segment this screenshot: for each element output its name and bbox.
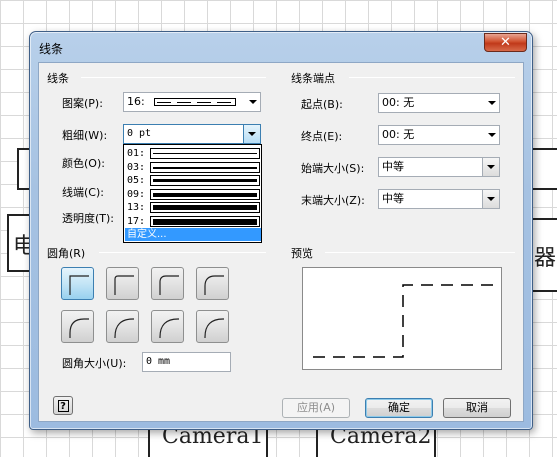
- weight-option[interactable]: 05:: [125, 174, 261, 187]
- weight-option[interactable]: 03:: [125, 161, 261, 174]
- pattern-select[interactable]: 16:: [123, 92, 261, 112]
- pattern-label: 图案(P):: [62, 97, 103, 110]
- corner-style-button[interactable]: [61, 267, 94, 300]
- chevron-down-icon: [249, 100, 257, 104]
- cancel-button-label: 取消: [466, 401, 488, 414]
- line-group-divider: [81, 77, 266, 78]
- color-label: 颜色(O):: [62, 157, 105, 170]
- end-size-dropdown-button[interactable]: [482, 190, 499, 208]
- weight-select[interactable]: 0 pt: [123, 124, 261, 144]
- rounding-group-title: 圆角(R): [47, 247, 86, 260]
- dialog-title: 线条: [39, 42, 64, 56]
- begin-size-dropdown-button[interactable]: [482, 158, 499, 176]
- line-preview-graphic: [313, 284, 495, 358]
- weight-option-label: 13:: [127, 202, 146, 213]
- chevron-down-icon: [487, 197, 495, 201]
- corner-style-button[interactable]: [196, 310, 229, 343]
- help-icon: ?: [57, 400, 69, 412]
- corner-shape-icon: [69, 275, 89, 295]
- help-button[interactable]: ?: [53, 396, 73, 415]
- rounding-size-label: 圆角大小(U):: [62, 357, 127, 370]
- corner-shape-icon: [114, 318, 134, 338]
- weight-option-label: 01:: [127, 148, 146, 159]
- begin-size-select-value: 中等: [382, 160, 404, 173]
- weight-option-label: 09:: [127, 188, 146, 200]
- preview-group-title: 预览: [291, 247, 313, 260]
- cancel-button[interactable]: 取消: [443, 398, 511, 418]
- endpoints-group-divider: [349, 77, 515, 78]
- diagram-shape-left-large: 电: [7, 214, 31, 272]
- weight-option-label: 17:: [127, 215, 146, 227]
- corner-style-button[interactable]: [151, 310, 184, 343]
- rounding-size-input[interactable]: 0 mm: [142, 352, 231, 372]
- begin-size-label: 始端大小(S):: [301, 162, 365, 175]
- end-select[interactable]: 00: 无: [378, 125, 500, 145]
- corner-style-button[interactable]: [61, 310, 94, 343]
- weight-option[interactable]: 09:: [125, 188, 261, 201]
- line-group-title: 线条: [47, 72, 69, 85]
- corner-style-button[interactable]: [106, 310, 139, 343]
- chevron-down-icon: [248, 132, 256, 136]
- pattern-select-value: 16:: [127, 95, 145, 108]
- end-label: 终点(E):: [301, 130, 343, 143]
- begin-select-value: 00: 无: [382, 96, 415, 109]
- ok-button[interactable]: 确定: [365, 398, 433, 418]
- weight-dropdown-button[interactable]: [243, 125, 260, 143]
- chevron-down-icon: [487, 165, 495, 169]
- dialog-title-bar[interactable]: 线条 ✕: [30, 32, 532, 62]
- preview-group-divider: [325, 252, 515, 253]
- transparency-label: 透明度(T):: [62, 212, 115, 225]
- weight-option-swatch: [150, 202, 260, 213]
- endpoints-group-title: 线条端点: [291, 72, 335, 85]
- diagram-text-right: 器: [534, 246, 557, 271]
- corner-shape-icon: [114, 275, 134, 295]
- chevron-down-icon: [488, 133, 496, 137]
- corner-style-button[interactable]: [196, 267, 229, 300]
- corner-style-button[interactable]: [106, 267, 139, 300]
- weight-option[interactable]: 17:: [125, 215, 261, 228]
- end-size-select-value: 中等: [382, 192, 404, 205]
- weight-option[interactable]: 13:: [125, 201, 261, 214]
- weight-option-label: 05:: [127, 175, 146, 186]
- weight-option-custom-label: 自定义...: [127, 229, 167, 240]
- corner-style-button[interactable]: [151, 267, 184, 300]
- begin-select[interactable]: 00: 无: [378, 93, 500, 113]
- weight-option-custom[interactable]: 自定义...: [125, 228, 261, 241]
- rounding-size-value: 0 mm: [146, 356, 171, 367]
- close-button[interactable]: ✕: [484, 33, 527, 52]
- weight-label: 粗细(W):: [62, 129, 108, 142]
- end-size-label: 末端大小(Z):: [301, 194, 365, 207]
- dialog-client-area: 线条 图案(P): 16: 粗细(W): 0 pt 颜色(O): 线端(C): …: [38, 62, 524, 422]
- apply-button[interactable]: 应用(A): [282, 398, 350, 418]
- weight-option-swatch: [150, 188, 260, 200]
- weight-dropdown-list: 01: 03: 05: 09: 13: 17: 自定义...: [123, 144, 262, 243]
- corner-shape-icon: [159, 275, 179, 295]
- line-dialog: 线条 ✕ 线条 图案(P): 16: 粗细(W): 0 pt 颜色(O): 线端…: [29, 31, 533, 430]
- close-icon: ✕: [500, 35, 511, 50]
- weight-option-swatch: [150, 161, 260, 173]
- weight-option-label: 03:: [127, 161, 146, 173]
- rounding-group-divider: [99, 252, 266, 253]
- end-size-select[interactable]: 中等: [378, 189, 500, 209]
- line-preview-box: [302, 267, 502, 370]
- ok-button-label: 确定: [388, 401, 410, 414]
- weight-option-swatch: [150, 148, 260, 159]
- corner-shape-icon: [204, 318, 224, 338]
- weight-option-swatch: [150, 175, 260, 186]
- dash-pattern-preview: [154, 98, 236, 106]
- cap-label: 线端(C):: [62, 186, 104, 199]
- begin-label: 起点(B):: [301, 98, 343, 111]
- weight-select-value: 0 pt: [127, 128, 152, 139]
- end-select-value: 00: 无: [382, 128, 415, 141]
- begin-size-select[interactable]: 中等: [378, 157, 500, 177]
- weight-option-swatch: [150, 215, 260, 227]
- corner-shape-icon: [159, 318, 179, 338]
- chevron-down-icon: [488, 101, 496, 105]
- corner-shape-icon: [204, 275, 224, 295]
- apply-button-label: 应用(A): [296, 401, 336, 414]
- weight-option[interactable]: 01:: [125, 147, 261, 160]
- corner-shape-icon: [69, 318, 89, 338]
